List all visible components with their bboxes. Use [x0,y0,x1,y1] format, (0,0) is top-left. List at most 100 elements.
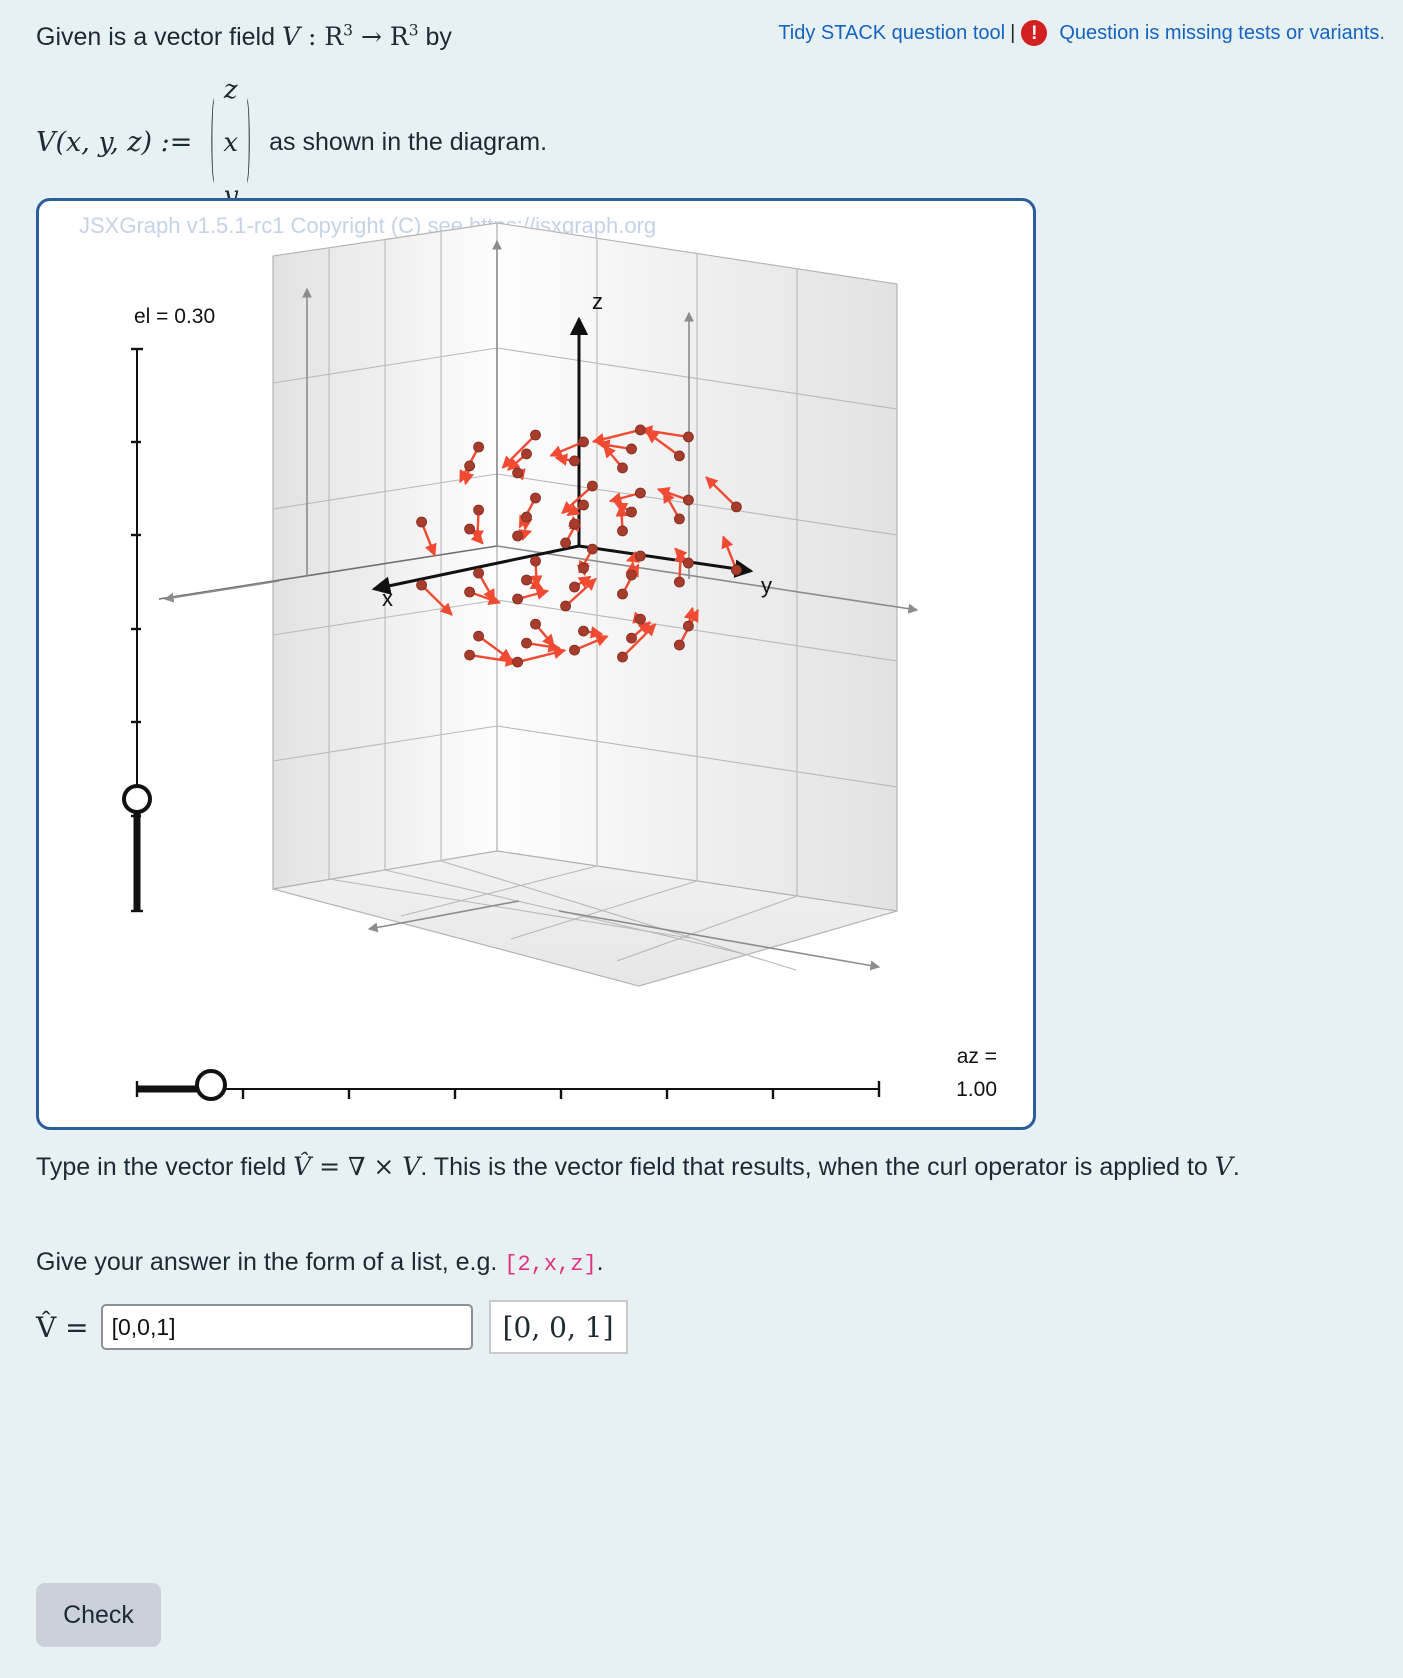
symbol-reals-2: R [389,22,409,51]
field-base-point [617,525,628,537]
instruction-text-b: . This is the vector field that results,… [420,1153,1215,1181]
field-base-point [464,649,476,661]
field-base-point [473,567,485,579]
warning-icon: ! [1021,20,1048,46]
field-base-point [683,620,694,632]
matrix-entry-1: z [223,74,238,105]
field-base-point [512,467,524,479]
symbol-V-hat: V̂ [293,1152,312,1181]
field-base-point [512,530,524,542]
field-base-point [683,494,694,506]
symbol-V-applied: V [1214,1152,1233,1181]
field-base-point [578,625,589,637]
field-base-point [530,492,541,504]
prompt-text-by: by [418,23,452,51]
field-base-point [626,506,637,518]
symbol-curl-eq: = ∇ × [311,1152,403,1181]
field-base-point [617,651,628,663]
field-base-point [635,424,646,436]
field-base-point [578,562,589,574]
field-base-point [674,513,685,525]
field-base-point [512,593,524,605]
field-base-point [626,443,637,455]
field-base-point [416,579,428,591]
field-base-point [473,504,485,516]
answer-format-example: [2,x,z] [504,1252,597,1277]
field-base-point [521,511,532,523]
field-base-point [512,656,524,668]
field-base-point [569,581,580,593]
check-button[interactable]: Check [36,1583,161,1647]
answer-input[interactable] [100,1304,473,1350]
field-base-point [587,543,598,555]
field-base-point [464,586,476,598]
field-base-point [569,455,580,467]
elevation-slider [122,347,152,913]
symbol-arrow: → [353,22,390,51]
vector-field-plot[interactable]: z x y [39,201,1033,1127]
azimuth-value: 1.00 [956,1077,997,1101]
question-prompt: Given is a vector field V : R3 → R3 by V… [36,18,676,216]
field-base-point [674,639,685,651]
matrix-entry-2: x [223,127,239,158]
field-base-point [578,436,589,448]
answer-preview: [0, 0, 1] [488,1300,628,1354]
symbol-reals-exp-1: 3 [343,21,354,40]
symbol-reals-1: R [324,22,344,51]
field-base-point [530,555,541,567]
field-base-point [569,644,580,656]
field-base-point [674,576,685,588]
tidy-stack-tool-link[interactable]: Tidy STACK question tool [778,22,1005,45]
azimuth-slider [135,1069,881,1101]
field-base-point [521,448,532,460]
field-base-point [530,618,541,630]
field-base-point [731,501,742,513]
azimuth-label: az = 1.00 [956,1041,997,1106]
field-base-point [683,557,694,569]
elevation-label: el = 0.30 [134,305,216,328]
field-base-point [626,569,637,581]
paren-right: ) [246,85,251,195]
axis-label-z: z [592,289,603,314]
field-base-point [635,550,646,562]
prompt-line-1: Given is a vector field V : R3 → R3 by [36,18,676,57]
field-base-point [473,630,485,642]
field-base-point [635,613,646,625]
field-base-point [569,518,580,530]
field-base-point [560,600,571,612]
field-base-point [464,523,476,535]
jsxgraph-panel[interactable]: JSXGraph v1.5.1-rc1 Copyright (C) see ht… [36,198,1036,1130]
field-column-vector: ( z x y ) [202,71,259,216]
answer-row: V̂ = [0, 0, 1] [36,1300,628,1354]
instruction-text-c: . [1232,1153,1240,1181]
tidy-stack-header: Tidy STACK question tool | ! Question is… [778,20,1385,46]
field-base-point [617,462,628,474]
warning-message: Question is missing tests or variants. [1059,21,1385,44]
field-base-point [683,431,694,443]
field-base-point [626,632,637,644]
prompt-text-given: Given is a vector field [36,23,282,51]
field-base-point [416,516,428,528]
answer-format-period: . [596,1248,604,1276]
field-base-point [587,480,598,492]
answer-format-text: Give your answer in the form of a list, … [36,1248,505,1276]
axis-label-y: y [761,573,772,598]
instruction-paragraph-2: Give your answer in the form of a list, … [36,1243,1246,1282]
field-base-point [617,588,628,600]
field-base-point [731,564,742,576]
azimuth-label-text: az = [956,1045,997,1068]
field-base-point [521,637,532,649]
matrix-entries: z x y [223,71,238,216]
instruction-text-a: Type in the vector field [36,1153,294,1181]
instruction-paragraph-1: Type in the vector field V̂ = ∇ × V. Thi… [36,1148,1246,1187]
symbol-colon: : [300,22,325,51]
prompt-text-as-shown: as shown in the diagram. [269,128,548,157]
prompt-line-2: V(x, y, z) := ( z x y ) as shown in the … [36,71,676,216]
symbol-V: V [281,22,300,51]
field-base-point [674,450,685,462]
field-base-point [578,499,589,511]
field-base-point [464,460,476,472]
field-base-point [521,574,532,586]
field-base-point [560,537,571,549]
field-base-point [530,429,541,441]
